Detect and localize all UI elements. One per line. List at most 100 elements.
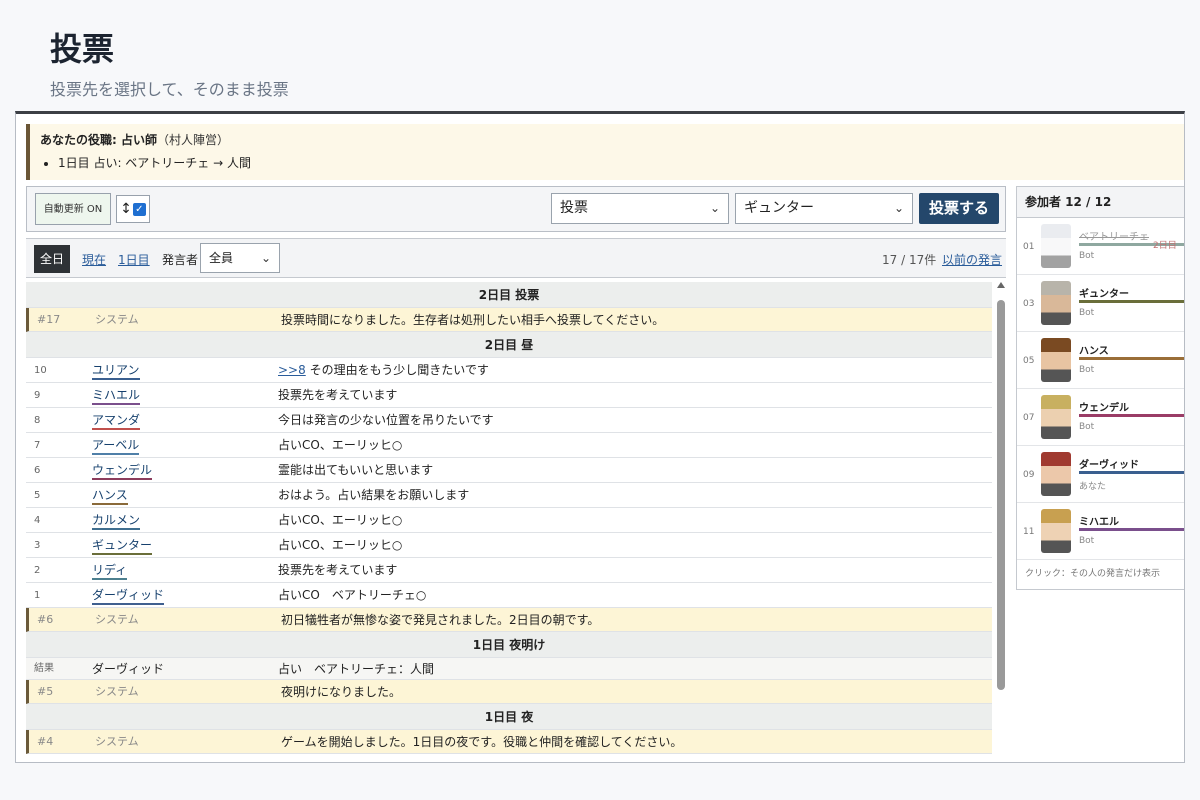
scroll-up-icon[interactable]	[997, 282, 1005, 288]
participant-number: 05	[1023, 356, 1035, 366]
participant-item[interactable]: 03 ギュンター Bot	[1017, 275, 1184, 332]
participant-type: Bot	[1079, 536, 1095, 546]
log-text: 今日は発言の少ない位置を吊りたいです	[278, 413, 494, 427]
log-text: 占いCO、エーリッヒ○	[278, 438, 403, 452]
log-text: 投票先を考えています	[278, 388, 398, 402]
participant-color-bar	[1079, 300, 1184, 303]
log-scrollbar[interactable]	[996, 282, 1006, 762]
participant-color-bar	[1079, 357, 1184, 360]
log-message-row: 4 カルメン 占いCO、エーリッヒ○	[26, 508, 992, 533]
log-text: 霊能は出てもいいと思います	[278, 463, 434, 477]
auto-update-button[interactable]: 自動更新 ON	[35, 193, 111, 225]
speaker-link[interactable]: ギュンター	[92, 537, 153, 555]
log-day-header: 1日目 夜	[26, 704, 992, 730]
avatar	[1041, 395, 1071, 439]
log-system-row: #17 システム 投票時間になりました。生存者は処刑したい相手へ投票してください。	[26, 308, 992, 332]
log-system-row: #5 システム 夜明けになりました。	[26, 680, 992, 704]
vote-controls: 自動更新 ON ↕ ✓ 投票 ⌄ ギュンター ⌄ 投票する	[26, 186, 1006, 232]
checkbox-checked-icon[interactable]: ✓	[132, 202, 146, 216]
log-number: 10	[34, 365, 47, 376]
log-text: 投票時間になりました。生存者は処刑したい相手へ投票してください。	[281, 313, 665, 327]
participant-type: Bot	[1079, 365, 1095, 375]
chevron-down-icon: ⌄	[260, 251, 271, 265]
role-label: あなたの役職: 占い師（村人陣営）	[40, 131, 1184, 148]
speaker-select-value: 全員	[209, 251, 234, 265]
speaker-select[interactable]: 全員 ⌄	[200, 243, 280, 273]
scroll-thumb[interactable]	[997, 300, 1005, 690]
log-number: 9	[34, 390, 41, 401]
speaker-link[interactable]: カルメン	[92, 512, 141, 530]
chat-log[interactable]: 2日目 投票 #17 システム 投票時間になりました。生存者は処刑したい相手へ投票して…	[26, 282, 992, 762]
speaker-name: システム	[95, 735, 139, 748]
participant-name: ウェンデル	[1079, 403, 1129, 414]
log-text: ゲームを開始しました。1日目の夜です。役職と仲間を確認してください。	[281, 735, 683, 749]
participant-number: 01	[1023, 242, 1035, 252]
log-number: 6	[34, 465, 41, 476]
speaker-link[interactable]: ユリアン	[92, 362, 140, 380]
log-text: 夜明けになりました。	[281, 685, 402, 699]
log-number: #17	[37, 313, 61, 326]
log-number: 8	[34, 415, 41, 426]
log-day-header: 2日目 昼	[26, 332, 992, 358]
log-text: おはよう。占い結果をお願いします	[278, 488, 470, 502]
avatar	[1041, 509, 1071, 553]
auto-scroll-toggle[interactable]: ↕ ✓	[116, 195, 150, 223]
speaker-link[interactable]: リディ	[92, 562, 128, 580]
target-select-value: ギュンター	[744, 200, 814, 216]
participant-color-bar	[1079, 414, 1184, 417]
speaker-link[interactable]: ダーヴィッド	[92, 587, 165, 605]
speaker-link[interactable]: ウェンデル	[92, 462, 153, 480]
log-day-header: 1日目 夜明け	[26, 632, 992, 658]
reply-anchor-link[interactable]: >>8	[278, 363, 306, 377]
speaker-link[interactable]: アマンダ	[92, 412, 141, 430]
role-name: あなたの役職: 占い師	[40, 133, 157, 147]
participant-number: 09	[1023, 470, 1035, 480]
speaker-link[interactable]: アーベル	[92, 437, 140, 455]
participant-name: ベアトリーチェ	[1079, 232, 1149, 243]
log-number: 1	[34, 590, 41, 601]
vote-button[interactable]: 投票する	[919, 193, 999, 224]
participant-number: 07	[1023, 413, 1035, 423]
log-filter-bar: 全日 現在 1日目 発言者 全員 ⌄ 17 / 17件 以前の発言	[26, 238, 1006, 278]
participants-list: 01 ベアトリーチェ Bot 2日目 03 ギュンター Bot 05 ハンス Bot 07 ウェンデル…	[1017, 218, 1184, 560]
speaker-link[interactable]: ミハエル	[92, 387, 141, 405]
participant-item[interactable]: 07 ウェンデル Bot	[1017, 389, 1184, 446]
log-number: 7	[34, 440, 41, 451]
log-message-row: 8 アマンダ 今日は発言の少ない位置を吊りたいです	[26, 408, 992, 433]
log-message-row: 9 ミハエル 投票先を考えています	[26, 383, 992, 408]
page-title: 投票	[50, 30, 115, 68]
participant-item[interactable]: 09 ダーヴィッド あなた	[1017, 446, 1184, 503]
page-subtitle: 投票先を選択して、そのまま投票	[50, 80, 289, 99]
participants-panel: 参加者 12 / 12 01 ベアトリーチェ Bot 2日目 03 ギュンター Bot 05 ハ…	[1016, 186, 1184, 590]
log-message-row: 6 ウェンデル 霊能は出てもいいと思います	[26, 458, 992, 483]
avatar	[1041, 338, 1071, 382]
older-messages-link[interactable]: 以前の発言	[942, 251, 1002, 268]
log-number: 5	[34, 490, 41, 501]
participant-color-bar	[1079, 471, 1184, 474]
participant-type: あなた	[1079, 482, 1107, 492]
log-number: 4	[34, 515, 41, 526]
log-text: 占いCO、エーリッヒ○	[278, 513, 403, 527]
log-message-row: 2 リディ 投票先を考えています	[26, 558, 992, 583]
action-select[interactable]: 投票 ⌄	[551, 193, 729, 224]
participant-item[interactable]: 11 ミハエル Bot	[1017, 503, 1184, 560]
log-system-row: #4 システム ゲームを開始しました。1日目の夜です。役職と仲間を確認してください。	[26, 730, 992, 754]
participant-name: ミハエル	[1079, 517, 1119, 528]
filter-now-link[interactable]: 現在	[82, 251, 106, 268]
log-text: >>8 その理由をもう少し聞きたいです	[278, 358, 489, 383]
participant-item[interactable]: 05 ハンス Bot	[1017, 332, 1184, 389]
participant-item[interactable]: 01 ベアトリーチェ Bot 2日目	[1017, 218, 1184, 275]
filter-day1-link[interactable]: 1日目	[118, 251, 150, 268]
log-message-row: 10 ユリアン >>8 その理由をもう少し聞きたいです	[26, 358, 992, 383]
role-result-item: 1日目 占い: ベアトリーチェ → 人間	[58, 154, 1184, 171]
log-message-row: 7 アーベル 占いCO、エーリッヒ○	[26, 433, 992, 458]
log-count: 17 / 17件	[882, 253, 937, 267]
filter-all-days[interactable]: 全日	[34, 245, 70, 273]
log-message-row: 5 ハンス おはよう。占い結果をお願いします	[26, 483, 992, 508]
participant-type: Bot	[1079, 308, 1095, 318]
participant-number: 03	[1023, 299, 1035, 309]
participant-name: ハンス	[1079, 346, 1109, 357]
log-text: 占い ベアトリーチェ：人間	[278, 662, 435, 676]
target-select[interactable]: ギュンター ⌄	[735, 193, 913, 224]
speaker-link[interactable]: ハンス	[92, 487, 128, 505]
